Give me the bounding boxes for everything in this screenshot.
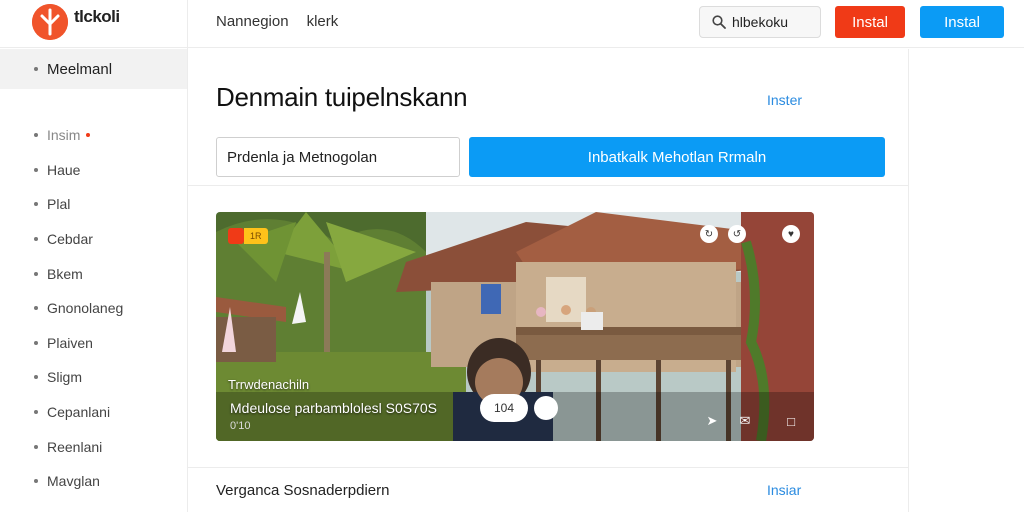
bullet-icon [34, 375, 38, 380]
sidebar-divider [187, 0, 188, 512]
sidebar-item[interactable]: Cepanlani [34, 395, 123, 430]
nav-link-klerk[interactable]: klerk [307, 13, 339, 30]
page-title: Denmain tuipelnskann [216, 82, 468, 112]
install-button-red[interactable]: Instal [835, 6, 905, 38]
loop-icon[interactable]: ↺ [728, 225, 746, 243]
sidebar-item-active[interactable]: Meelmanl [0, 49, 187, 89]
bullet-icon [34, 271, 38, 276]
live-badge: 1R [228, 228, 268, 244]
sidebar-item[interactable]: Reenlani [34, 429, 123, 464]
bullet-icon [34, 133, 38, 138]
install-link-top[interactable]: Inster [767, 92, 802, 108]
text-field[interactable] [216, 137, 460, 177]
sidebar-item[interactable]: Mavglan [34, 464, 123, 499]
bullet-icon [34, 340, 38, 345]
sidebar-item-label: Reenlani [47, 438, 103, 455]
record-icon [228, 228, 244, 244]
install-button-blue[interactable]: Instal [920, 6, 1004, 38]
fullscreen-icon[interactable]: □ [782, 412, 800, 430]
speed-pill[interactable]: 104 [480, 394, 528, 422]
sidebar-item-label: Plaiven [47, 334, 93, 351]
sidebar-item[interactable]: Bkem [34, 256, 123, 291]
comment-icon[interactable]: ✉ [736, 412, 754, 430]
right-column-divider [908, 49, 909, 512]
scrub-knob[interactable] [534, 396, 558, 420]
notification-dot-icon [86, 133, 91, 138]
heart-icon[interactable]: ♥ [782, 225, 800, 243]
bullet-icon [34, 306, 38, 311]
media-caption: Trrwdenachiln [228, 377, 310, 392]
badge-label: 1R [244, 228, 268, 244]
sidebar-item-label: Sligm [47, 369, 83, 386]
bullet-icon [34, 67, 38, 71]
sidebar-item[interactable]: Plaiven [34, 326, 123, 361]
logo-mark-icon [32, 4, 68, 40]
bullet-icon [34, 202, 38, 207]
bullet-icon [34, 410, 38, 415]
sidebar-item-label: Cepanlani [47, 404, 111, 421]
bullet-icon [34, 237, 38, 242]
sidebar-item[interactable]: Plal [34, 187, 123, 222]
install-link-bottom[interactable]: Insiar [767, 482, 801, 498]
sidebar-item[interactable]: Sligm [34, 360, 123, 395]
sidebar-item-label: Bkem [47, 265, 83, 282]
sidebar-item-label: Haue [47, 161, 81, 178]
sidebar: Meelmanl Insim Haue Plal Cebdar Bkem Gno… [0, 49, 187, 512]
sidebar-item-label: Meelmanl [47, 60, 113, 78]
bullet-icon [34, 444, 38, 449]
media-card[interactable]: 1R ↻ ↺ ♥ Trrwdenachiln Mdeulose parbambl… [216, 212, 814, 441]
media-time: 0'10 [230, 420, 251, 432]
divider [188, 185, 908, 186]
share-icon[interactable]: ➤ [703, 412, 721, 430]
nav-link-nannegion[interactable]: Nannegion [216, 13, 289, 30]
media-subtitle: Mdeulose parbamblolesl S0S70S [230, 400, 438, 416]
primary-action-button[interactable]: Inbatkalk Mehotlan Rrmaln [469, 137, 885, 177]
sidebar-item-label: Gnonolaneg [47, 300, 124, 317]
logo[interactable]: tlckoli [32, 4, 120, 40]
bullet-icon [34, 167, 38, 172]
sidebar-item[interactable]: Insim [34, 118, 123, 153]
search-input[interactable] [732, 14, 812, 30]
top-nav: Nannegion klerk [216, 13, 338, 30]
caption-icon[interactable]: ↻ [700, 225, 718, 243]
sidebar-item-label: Mavglan [47, 473, 100, 490]
sidebar-list: Insim Haue Plal Cebdar Bkem Gnonolaneg P… [34, 118, 123, 499]
section-title: Verganca Sosnaderpdiern [216, 482, 390, 499]
brand-name: tlckoli [74, 7, 120, 26]
divider [188, 467, 908, 468]
sidebar-item-label: Plal [47, 196, 71, 213]
sidebar-item-label: Cebdar [47, 231, 93, 248]
sidebar-item[interactable]: Haue [34, 153, 123, 188]
top-bar: tlckoli Nannegion klerk Instal Instal [0, 0, 1024, 48]
bullet-icon [34, 479, 38, 484]
search-icon [712, 15, 726, 29]
sidebar-item[interactable]: Gnonolaneg [34, 291, 123, 326]
sidebar-item-label: Insim [47, 127, 81, 144]
sidebar-item[interactable]: Cebdar [34, 222, 123, 257]
search-box[interactable] [699, 6, 821, 38]
